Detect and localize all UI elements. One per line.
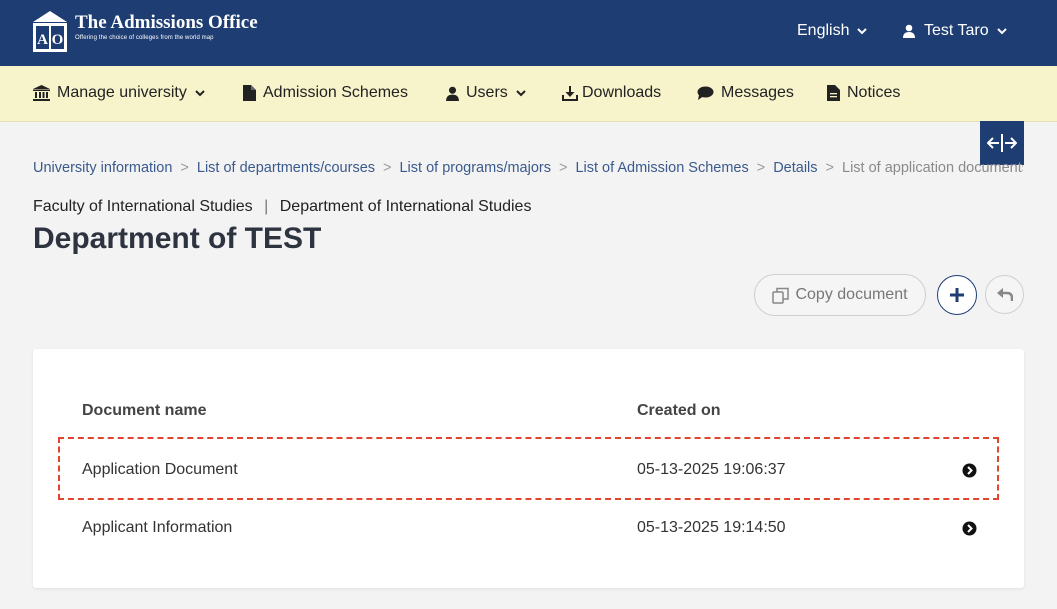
user-icon [446, 86, 459, 101]
nav-label: Downloads [582, 84, 662, 101]
copy-icon [772, 287, 790, 304]
breadcrumb-separator: > [825, 160, 834, 176]
breadcrumb-current: List of application documents [842, 160, 1023, 176]
back-button[interactable] [985, 275, 1024, 314]
created-on-cell: 05-13-2025 19:14:50 [637, 519, 786, 536]
copy-document-label: Copy document [795, 286, 908, 303]
divider: | [264, 198, 269, 215]
nav-manage-university[interactable]: Manage university [33, 84, 205, 102]
breadcrumb-link[interactable]: List of departments/courses [197, 160, 375, 176]
logo-mark-icon: A O [33, 11, 67, 52]
nav-messages[interactable]: Messages [697, 84, 794, 102]
svg-text:A: A [37, 32, 48, 48]
nav-downloads[interactable]: Downloads [562, 84, 661, 102]
nav-admission-schemes[interactable]: Admission Schemes [243, 84, 408, 102]
notice-icon [827, 85, 840, 101]
breadcrumb-link[interactable]: List of programs/majors [399, 160, 551, 176]
breadcrumb-link[interactable]: University information [33, 160, 172, 176]
breadcrumb-separator: > [180, 160, 189, 176]
svg-text:O: O [52, 32, 64, 48]
chat-icon [697, 86, 714, 100]
main-nav: Manage university Admission Schemes User… [0, 66, 1057, 122]
breadcrumb-link[interactable]: List of Admission Schemes [575, 160, 748, 176]
copy-document-button[interactable]: Copy document [754, 274, 926, 316]
faculty-name: Faculty of International Studies [33, 198, 253, 215]
chevron-down-icon [996, 22, 1007, 40]
document-name-cell: Application Document [82, 461, 238, 478]
nav-label: Users [466, 84, 508, 101]
expand-width-button[interactable] [980, 121, 1024, 165]
column-header-document-name: Document name [82, 402, 207, 419]
nav-users[interactable]: Users [446, 84, 526, 102]
plus-icon [950, 288, 964, 302]
logo-subtitle: Offering the choice of colleges from the… [75, 35, 214, 41]
nav-label: Admission Schemes [263, 84, 408, 101]
chevron-down-icon [857, 22, 868, 40]
breadcrumb-separator: > [558, 160, 568, 176]
faculty-department-line: Faculty of International Studies | Depar… [33, 198, 531, 216]
table-row[interactable]: Applicant Information 05-13-2025 19:14:5… [82, 499, 978, 557]
arrows-horizontal-icon [987, 134, 1017, 152]
nav-label: Manage university [57, 84, 187, 101]
page-title: Department of TEST [33, 222, 322, 255]
logo[interactable]: A O The Admissions Office Offering the c… [33, 11, 258, 52]
chevron-right-circle-icon[interactable] [962, 521, 977, 541]
user-name: Test Taro [924, 22, 989, 39]
download-icon [562, 85, 578, 101]
created-on-cell: 05-13-2025 19:06:37 [637, 461, 786, 478]
logo-title: The Admissions Office [75, 12, 258, 33]
column-header-created-on: Created on [637, 402, 721, 419]
breadcrumb-link[interactable]: Details [773, 160, 817, 176]
department-name: Department of International Studies [279, 198, 532, 215]
documents-table-card: Document name Created on Application Doc… [33, 349, 1024, 588]
chevron-down-icon [195, 89, 205, 96]
user-menu[interactable]: Test Taro [903, 22, 1007, 40]
document-name-cell: Applicant Information [82, 519, 233, 536]
breadcrumb-separator: > [756, 160, 766, 176]
reply-arrow-icon [996, 287, 1013, 301]
nav-label: Notices [847, 84, 901, 101]
user-icon [903, 24, 915, 38]
document-icon [243, 85, 256, 101]
table-row[interactable]: Application Document 05-13-2025 19:06:37 [82, 441, 978, 499]
institution-icon [33, 85, 50, 101]
nav-notices[interactable]: Notices [827, 84, 900, 102]
chevron-right-circle-icon[interactable] [962, 463, 977, 483]
language-label: English [797, 22, 850, 39]
breadcrumb-separator: > [383, 160, 392, 176]
nav-label: Messages [721, 84, 794, 101]
chevron-down-icon [516, 89, 526, 96]
top-header: A O The Admissions Office Offering the c… [0, 0, 1057, 66]
breadcrumb: University information > List of departm… [33, 160, 1023, 176]
language-selector[interactable]: English [797, 22, 868, 40]
add-document-button[interactable] [937, 275, 977, 315]
